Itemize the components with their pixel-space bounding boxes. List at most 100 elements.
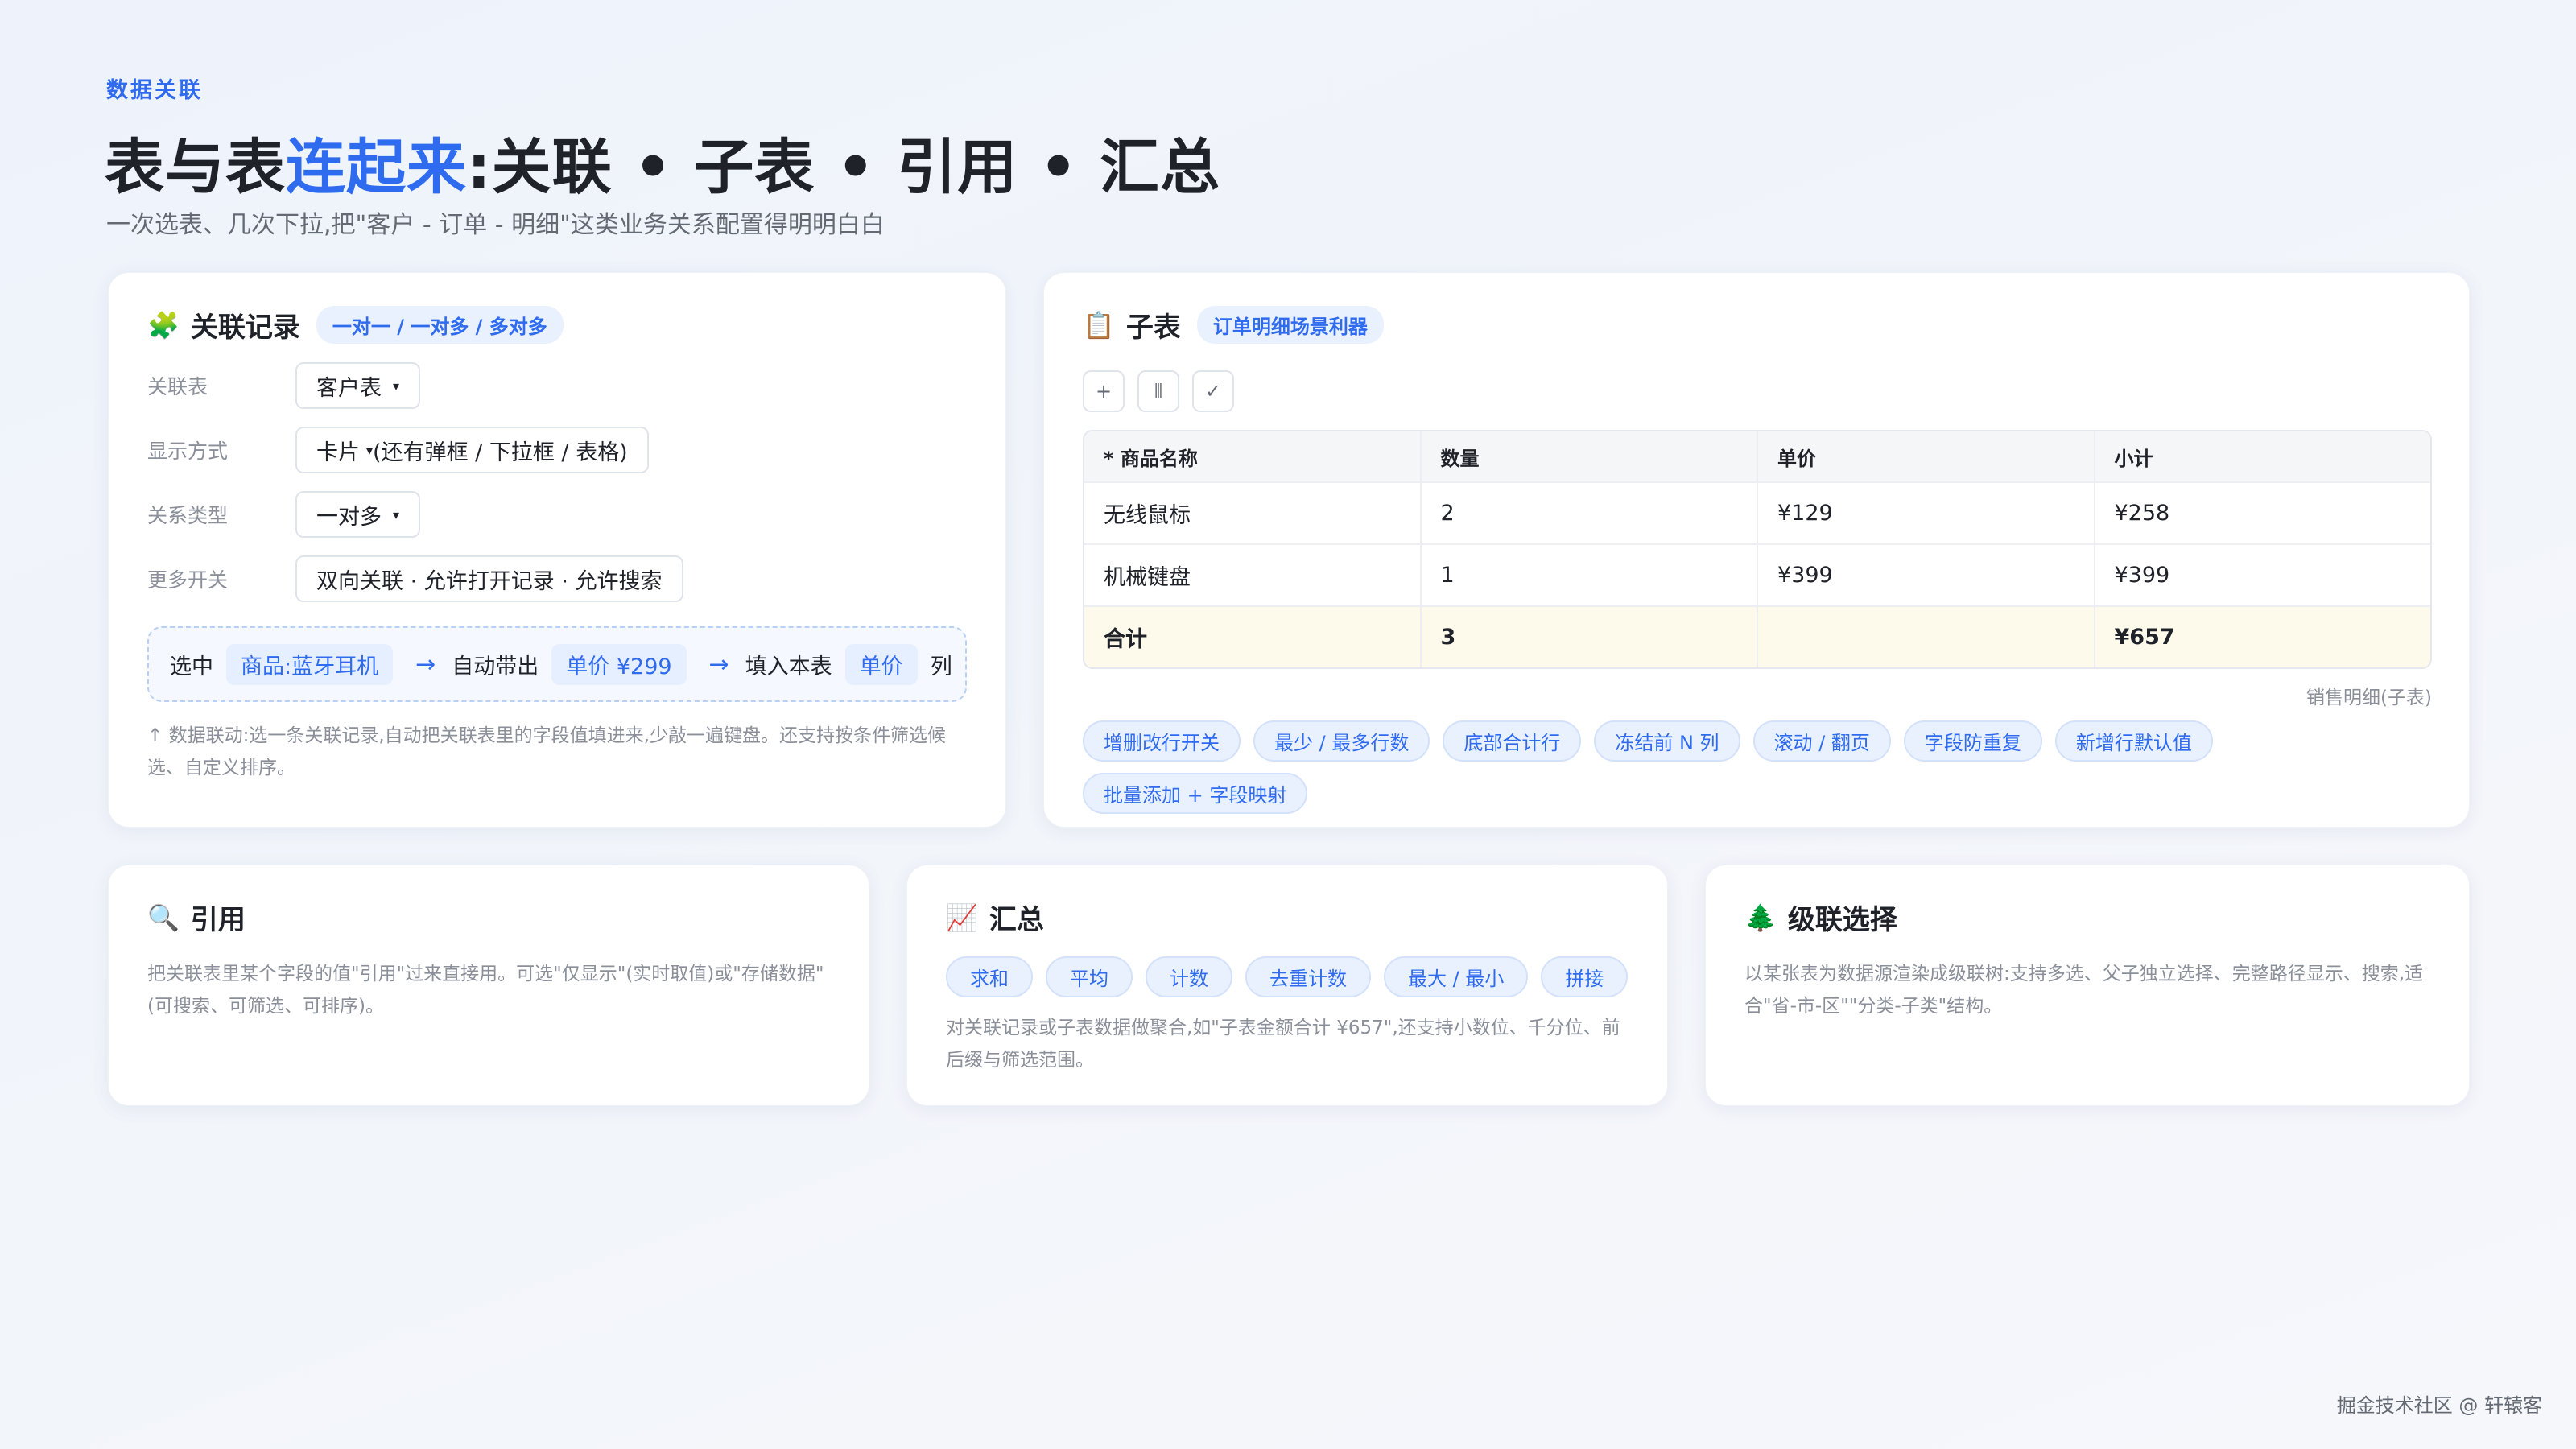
rollup-description: 对关联记录或子表数据做聚合,如"子表金额合计 ¥657",还支持小数位、千分位、… — [946, 1018, 1620, 1071]
related-table-select[interactable]: 客户表 ▾ — [295, 362, 421, 409]
title-highlight: 连起来 — [286, 133, 467, 202]
title-prefix: 表与表 — [105, 133, 286, 202]
rollup-card: 📈 汇总 求和 平均 计数 去重计数 最大 / 最小 拼接 对关联记录或子表数据… — [906, 865, 1668, 1106]
form-row-more-switches: 更多开关 双向关联 · 允许打开记录 · 允许搜索 — [147, 555, 967, 602]
total-cell — [1757, 607, 2094, 667]
subtable-card: 📋 子表 订单明细场景利器 + ⦀ ✓ * 商品名称 数量 单价 小计 无线鼠标… — [1043, 272, 2470, 828]
function-chip: 计数 — [1146, 956, 1232, 997]
select-value: 一对多 — [316, 504, 382, 530]
relation-card-header: 🧩 关联记录 一对一 / 一对多 / 多对多 — [147, 305, 967, 345]
flow-chip-column: 单价 — [844, 643, 918, 685]
arrow-right-icon: → — [708, 650, 729, 679]
footer-credit: 掘金技术社区 @ 轩辕客 — [2336, 1394, 2542, 1417]
add-row-button[interactable]: + — [1083, 370, 1125, 412]
form-row-related-table: 关联表 客户表 ▾ — [147, 362, 967, 409]
table-cell: ¥258 — [2093, 483, 2431, 543]
flow-text: 列 — [930, 654, 952, 679]
tree-icon: 🌲 — [1744, 902, 1777, 933]
lookup-card-title: 引用 — [190, 904, 246, 936]
magnifier-icon: 🔍 — [147, 902, 180, 933]
function-chip: 最大 / 最小 — [1384, 956, 1529, 997]
title-suffix: :关联 • 子表 • 引用 • 汇总 — [467, 133, 1221, 202]
table-cell: ¥399 — [2093, 545, 2431, 605]
subtable-card-tag: 订单明细场景利器 — [1196, 306, 1384, 344]
form-row-display-mode: 显示方式 卡片 ▾ (还有弹框 / 下拉框 / 表格) — [147, 427, 967, 473]
flow-text: 填入本表 — [745, 654, 832, 679]
clipboard-icon: 📋 — [1083, 309, 1115, 341]
table-cell[interactable]: 1 — [1419, 545, 1757, 605]
flow-text: 自动带出 — [452, 654, 539, 679]
lookup-description: 把关联表里某个字段的值"引用"过来直接用。可选"仅显示"(实时取值)或"存储数据… — [147, 964, 824, 1017]
subtable-card-header: 📋 子表 订单明细场景利器 — [1083, 305, 2430, 345]
relation-card-title: 关联记录 — [190, 312, 300, 344]
table-cell[interactable]: ¥399 — [1757, 545, 2094, 605]
feature-chip: 最少 / 最多行数 — [1253, 720, 1430, 762]
table-cell[interactable]: 机械键盘 — [1084, 545, 1420, 605]
table-cell[interactable]: 2 — [1419, 483, 1757, 543]
relation-card: 🧩 关联记录 一对一 / 一对多 / 多对多 关联表 客户表 ▾ 显示方式 卡片… — [108, 272, 1006, 828]
rollup-card-title: 汇总 — [989, 904, 1044, 936]
column-header[interactable]: * 商品名称 — [1084, 431, 1420, 481]
form-label: 关联表 — [147, 375, 208, 398]
data-linkage-flow: 选中 商品:蓝牙耳机 → 自动带出 单价 ¥299 → 填入本表 单价 列 — [147, 626, 967, 702]
feature-chip: 增删改行开关 — [1083, 720, 1241, 762]
feature-chip: 批量添加 + 字段映射 — [1083, 773, 1308, 814]
more-switches-box[interactable]: 双向关联 · 允许打开记录 · 允许搜索 — [295, 555, 683, 602]
flow-chip-product: 商品:蓝牙耳机 — [226, 643, 394, 685]
delete-row-button[interactable]: ⦀ — [1137, 370, 1179, 412]
lookup-card-header: 🔍 引用 — [147, 898, 830, 937]
confirm-button[interactable]: ✓ — [1192, 370, 1234, 412]
arrow-right-icon: → — [415, 650, 436, 679]
subtable-card-title: 子表 — [1125, 312, 1181, 344]
display-mode-select[interactable]: 卡片 ▾ (还有弹框 / 下拉框 / 表格) — [295, 427, 649, 473]
flow-chip-price: 单价 ¥299 — [551, 643, 687, 685]
rollup-card-header: 📈 汇总 — [946, 898, 1629, 937]
feature-chip: 冻结前 N 列 — [1594, 720, 1740, 762]
form-label: 更多开关 — [147, 568, 229, 592]
cascade-card: 🌲 级联选择 以某张表为数据源渲染成级联树:支持多选、父子独立选择、完整路径显示… — [1705, 865, 2470, 1106]
total-cell: 合计 — [1084, 607, 1420, 667]
cascade-card-title: 级联选择 — [1787, 904, 1897, 936]
chart-icon: 📈 — [946, 902, 978, 933]
page-subtitle: 一次选表、几次下拉,把"客户 - 订单 - 明细"这类业务关系配置得明明白白 — [106, 211, 885, 239]
table-row: 机械键盘 1 ¥399 ¥399 — [1084, 543, 2430, 605]
column-header[interactable]: 单价 — [1757, 431, 2094, 481]
total-cell: ¥657 — [2093, 607, 2430, 667]
function-chip: 拼接 — [1541, 956, 1629, 997]
total-cell: 3 — [1419, 607, 1757, 667]
function-chip: 去重计数 — [1245, 956, 1371, 997]
feature-chip: 字段防重复 — [1903, 720, 2042, 762]
feature-chip: 滚动 / 翻页 — [1752, 720, 1891, 762]
cascade-card-header: 🌲 级联选择 — [1744, 898, 2430, 937]
caret-down-icon: ▾ — [393, 506, 400, 522]
lookup-card: 🔍 引用 把关联表里某个字段的值"引用"过来直接用。可选"仅显示"(实时取值)或… — [108, 865, 869, 1106]
cascade-description: 以某张表为数据源渲染成级联树:支持多选、父子独立选择、完整路径显示、搜索,适合"… — [1744, 964, 2424, 1017]
form-label: 关系类型 — [147, 504, 229, 527]
table-row: 无线鼠标 2 ¥129 ¥258 — [1084, 481, 2430, 543]
relation-card-tag: 一对一 / 一对多 / 多对多 — [316, 306, 564, 344]
table-header-row: * 商品名称 数量 单价 小计 — [1084, 431, 2430, 481]
form-row-relation-type: 关系类型 一对多 ▾ — [147, 491, 967, 538]
puzzle-icon: 🧩 — [147, 309, 180, 341]
page-title: 表与表连起来:关联 • 子表 • 引用 • 汇总 — [105, 119, 1220, 205]
table-cell[interactable]: ¥129 — [1757, 483, 2094, 543]
rollup-function-chips: 求和 平均 计数 去重计数 最大 / 最小 拼接 — [946, 956, 1629, 997]
feature-chip: 底部合计行 — [1443, 720, 1582, 762]
display-mode-hint: (还有弹框 / 下拉框 / 表格) — [373, 440, 628, 465]
table-total-row: 合计 3 ¥657 — [1084, 605, 2430, 667]
caret-down-icon: ▾ — [366, 442, 374, 458]
feature-chip: 新增行默认值 — [2054, 720, 2213, 762]
relation-note: ↑ 数据联动:选一条关联记录,自动把关联表里的字段值填进来,少敲一遍键盘。还支持… — [147, 725, 946, 778]
flow-text: 选中 — [170, 654, 213, 679]
table-cell[interactable]: 无线鼠标 — [1084, 483, 1420, 543]
caret-down-icon: ▾ — [393, 378, 400, 394]
subtable-grid: * 商品名称 数量 单价 小计 无线鼠标 2 ¥129 ¥258 机械键盘 1 … — [1083, 430, 2432, 669]
column-header[interactable]: 数量 — [1419, 431, 1757, 481]
column-header[interactable]: 小计 — [2093, 431, 2430, 481]
function-chip: 平均 — [1046, 956, 1133, 997]
subtable-caption: 销售明细(子表) — [2306, 687, 2432, 708]
select-value: 客户表 — [316, 375, 382, 401]
relation-type-select[interactable]: 一对多 ▾ — [295, 491, 421, 538]
eyebrow: 数据关联 — [106, 78, 203, 103]
subtable-feature-chips: 增删改行开关 最少 / 最多行数 底部合计行 冻结前 N 列 滚动 / 翻页 字… — [1083, 720, 2432, 825]
